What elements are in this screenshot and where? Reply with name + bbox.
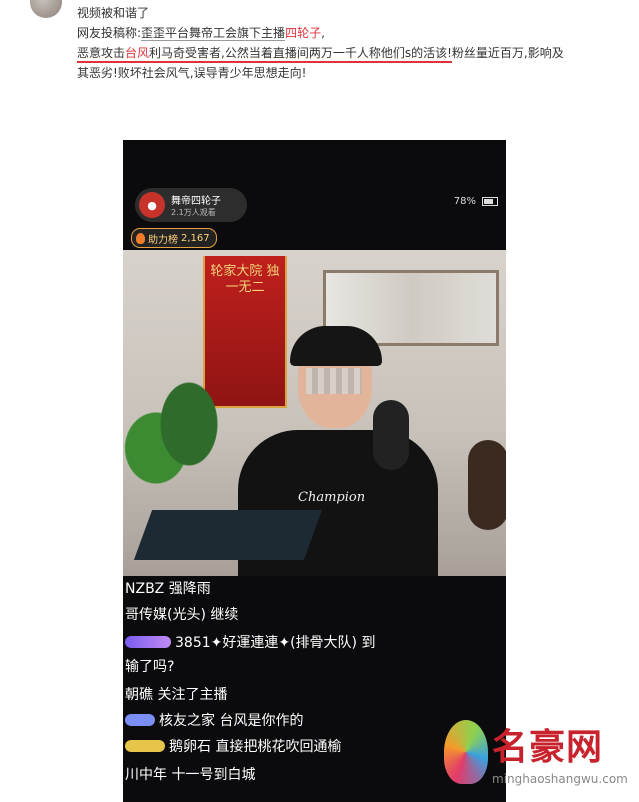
post-prefix: 网友投稿称: (77, 26, 142, 40)
avatar[interactable] (30, 0, 62, 18)
post-org: 歪歪平台舞帝工会旗下主播 (141, 26, 286, 41)
chat-message: 3851✦好運連連✦(排骨大队) 到 (125, 632, 375, 652)
streamer-meta: 舞帝四轮子 2.1万人观看 (171, 192, 221, 218)
post-line-1: 视频被和谐了 (77, 6, 150, 20)
guitar (468, 440, 506, 530)
chat-message: 哥传媒(光头) 继续 (125, 604, 238, 624)
chat-text: 川中年 十一号到白城 (125, 767, 256, 783)
flame-icon (136, 232, 145, 244)
keyboard (133, 510, 323, 560)
post-text: 视频被和谐了 网友投稿称:歪歪平台舞帝工会旗下主播四轮子, 恶意攻击台风利马奇受… (77, 3, 627, 83)
chat-text: 核友之家 台风是你作的 (159, 713, 304, 729)
face-mosaic (306, 368, 362, 394)
site-watermark: 名豪网 minghaoshangwu.com (444, 712, 639, 802)
post-attack-text: 恶意攻击 (77, 46, 126, 60)
battery-percent: 78% (453, 196, 476, 207)
post-comma: , (321, 26, 325, 40)
power-value: 2,167 (181, 232, 210, 244)
cap (290, 326, 382, 366)
banner-text: 轮家大院 独一无二 (210, 264, 280, 295)
chat-message: 川中年 十一号到白城 (125, 764, 255, 784)
microphone (373, 400, 409, 470)
chat-text: 朝礁 关注了主播 (125, 687, 228, 703)
chat-message: 朝礁 关注了主播 (125, 684, 227, 704)
chat-text: 哥传媒(光头) 继续 (125, 607, 239, 623)
status-bar: 78% (454, 196, 498, 207)
chat-message: 输了吗? (125, 656, 174, 676)
user-badge (125, 740, 165, 752)
power-ranking-badge[interactable]: 助力榜 2,167 (131, 228, 217, 248)
watermark-title: 名豪网 (492, 726, 604, 768)
streamer-name: 舞帝四轮子 (171, 196, 221, 207)
post-line-4: 其恶劣!败坏社会风气,误导青少年思想走向! (77, 66, 307, 80)
streamer-info[interactable]: ● 舞帝四轮子 2.1万人观看 (135, 188, 247, 222)
plant (123, 360, 233, 520)
post-claim-text: 利马奇受害者,公然当着直播间两万一千人称他们s的活该! (149, 46, 452, 60)
viewer-count: 2.1万人观看 (171, 208, 216, 217)
watermark-url: minghaoshangwu.com (492, 772, 628, 786)
live-video[interactable]: 轮家大院 独一无二 Champion (123, 250, 506, 576)
chat-text: 鹅卵石 直接把桃花吹回通榆 (169, 739, 342, 755)
chat-message: NZBZ 强降雨 (125, 578, 211, 598)
post-line-3: 恶意攻击台风利马奇受害者,公然当着直播间两万一千人称他们s的活该!粉丝量近百万,… (77, 43, 627, 63)
post-victim-link[interactable]: 台风 (125, 46, 149, 60)
phone-screenshot: ● 舞帝四轮子 2.1万人观看 78% 助力榜 2,167 轮家大院 独一无二 … (123, 140, 506, 802)
watermark-logo-icon (444, 720, 488, 784)
post-underlined-text: 恶意攻击台风利马奇受害者,公然当着直播间两万一千人称他们s的活该! (77, 46, 452, 63)
chat-message: 核友之家 台风是你作的 (125, 710, 303, 730)
post-fans-text: 粉丝量近百万,影响及 (451, 46, 564, 60)
user-badge (125, 714, 155, 726)
chat-text: 输了吗? (125, 659, 175, 675)
chat-text: 3851✦好運連連✦(排骨大队) 到 (175, 635, 376, 651)
post-line-2: 网友投稿称:歪歪平台舞帝工会旗下主播四轮子, (77, 23, 627, 43)
post-streamer-link[interactable]: 四轮子 (285, 26, 321, 40)
battery-icon (482, 197, 498, 206)
chat-message: 鹅卵石 直接把桃花吹回通榆 (125, 736, 341, 756)
shirt-logo: Champion (298, 490, 366, 505)
chat-text: NZBZ 强降雨 (125, 581, 211, 597)
streamer-avatar[interactable]: ● (139, 192, 165, 218)
user-badge (125, 636, 171, 648)
power-label: 助力榜 (148, 234, 178, 246)
